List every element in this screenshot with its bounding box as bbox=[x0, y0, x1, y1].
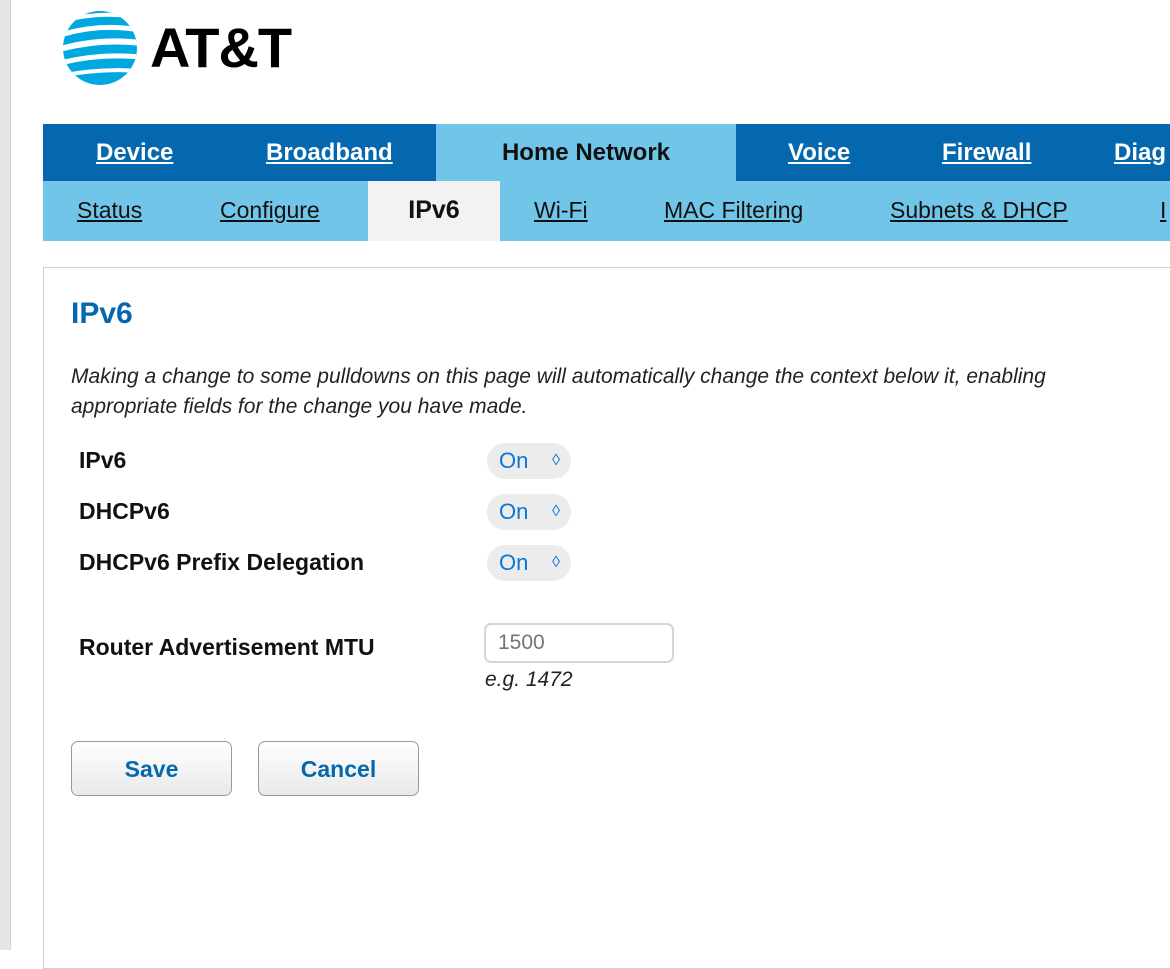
ipv6-select[interactable]: On ◊ bbox=[487, 443, 571, 479]
prefix-delegation-select-value: On bbox=[499, 550, 529, 575]
subnav-wifi[interactable]: Wi-Fi bbox=[534, 181, 588, 241]
mtu-hint: e.g. 1472 bbox=[485, 668, 573, 691]
nav-voice[interactable]: Voice bbox=[788, 124, 850, 181]
mtu-label: Router Advertisement MTU bbox=[79, 634, 375, 660]
subnav-next-truncated[interactable]: I bbox=[1160, 181, 1166, 241]
nav-diagnostics[interactable]: Diag bbox=[1114, 124, 1166, 181]
subnav-ipv6[interactable]: IPv6 bbox=[368, 181, 500, 241]
intro-line-2: appropriate fields for the change you ha… bbox=[71, 395, 528, 418]
mtu-input[interactable] bbox=[484, 623, 674, 663]
brand-name: AT&T bbox=[150, 16, 292, 79]
nav-device[interactable]: Device bbox=[96, 124, 173, 181]
nav-firewall[interactable]: Firewall bbox=[942, 124, 1031, 181]
att-logo[interactable]: AT&T bbox=[60, 8, 292, 88]
cancel-button[interactable]: Cancel bbox=[258, 741, 419, 796]
att-globe-icon bbox=[63, 11, 137, 85]
chevron-up-down-icon: ◊ bbox=[552, 554, 560, 571]
ipv6-select-value: On bbox=[499, 448, 529, 473]
save-button[interactable]: Save bbox=[71, 741, 232, 796]
subnav-subnets-dhcp[interactable]: Subnets & DHCP bbox=[890, 181, 1068, 241]
subnav-status[interactable]: Status bbox=[77, 181, 142, 241]
primary-nav: Device Broadband Home Network Voice Fire… bbox=[43, 124, 1170, 181]
nav-home-network[interactable]: Home Network bbox=[436, 124, 736, 181]
dhcpv6-select-value: On bbox=[499, 499, 529, 524]
subnav-configure[interactable]: Configure bbox=[220, 181, 320, 241]
dhcpv6-label: DHCPv6 bbox=[79, 498, 170, 524]
dhcpv6-select[interactable]: On ◊ bbox=[487, 494, 571, 530]
prefix-delegation-label: DHCPv6 Prefix Delegation bbox=[79, 549, 365, 575]
secondary-nav: Status Configure IPv6 Wi-Fi MAC Filterin… bbox=[43, 181, 1170, 241]
nav-broadband[interactable]: Broadband bbox=[266, 124, 393, 181]
chevron-up-down-icon: ◊ bbox=[552, 503, 560, 520]
window-edge bbox=[0, 0, 11, 950]
chevron-up-down-icon: ◊ bbox=[552, 452, 560, 469]
intro-text: Making a change to some pulldowns on thi… bbox=[71, 362, 1170, 422]
ipv6-label: IPv6 bbox=[79, 447, 127, 473]
prefix-delegation-select[interactable]: On ◊ bbox=[487, 545, 571, 581]
intro-line-1: Making a change to some pulldowns on thi… bbox=[71, 365, 1046, 388]
page-title: IPv6 bbox=[71, 297, 133, 330]
subnav-mac-filtering[interactable]: MAC Filtering bbox=[664, 181, 803, 241]
